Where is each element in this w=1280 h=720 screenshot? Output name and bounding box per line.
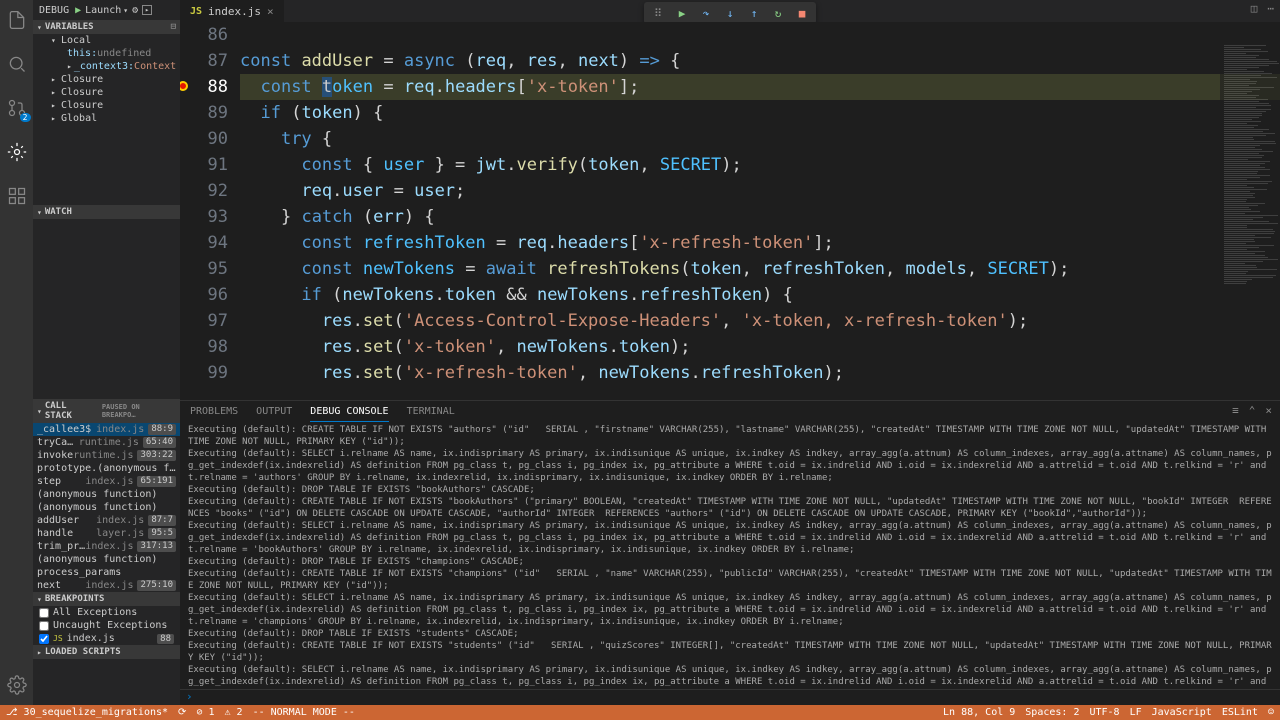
sync-icon[interactable]: ⟳	[178, 707, 186, 718]
encoding[interactable]: UTF-8	[1089, 707, 1119, 718]
panel: PROBLEMSOUTPUTDEBUG CONSOLETERMINAL ≡ ⌃ …	[180, 400, 1280, 705]
more-icon[interactable]: ⋯	[1267, 2, 1274, 15]
launch-config[interactable]: Launch	[85, 5, 121, 16]
panel-close-icon[interactable]: ×	[1265, 404, 1272, 417]
panel-expand-icon[interactable]: ⌃	[1249, 404, 1256, 417]
cursor-pos[interactable]: Ln 88, Col 9	[943, 707, 1015, 718]
step-over-icon[interactable]: ↷	[698, 5, 714, 21]
extensions-icon[interactable]	[5, 184, 29, 208]
drag-handle-icon[interactable]: ⠿	[650, 5, 666, 21]
status-warnings[interactable]: ⚠ 2	[225, 707, 243, 718]
continue-icon[interactable]: ▶	[674, 5, 690, 21]
tab-index-js[interactable]: JS index.js ×	[180, 0, 284, 22]
activity-bar: 2	[0, 0, 33, 705]
panel-tab-debug-console[interactable]: DEBUG CONSOLE	[310, 402, 388, 422]
stack-frame[interactable]: trim_prefixindex.js317:13	[33, 540, 180, 553]
stop-icon[interactable]: ■	[794, 5, 810, 21]
stack-frame[interactable]: _callee3$index.js88:9	[33, 423, 180, 436]
chevron-down-icon[interactable]: ▾	[123, 6, 128, 15]
debug-title: DEBUG	[39, 5, 69, 16]
status-errors[interactable]: ⊘ 1	[196, 707, 214, 718]
debug-sidebar: DEBUG ▶ Launch ▾ ⚙ ▸ ▾VARIABLES⊟ ▾Local …	[33, 0, 180, 705]
step-out-icon[interactable]: ↑	[746, 5, 762, 21]
minimap[interactable]	[1220, 44, 1280, 400]
gear-config-icon[interactable]: ⚙	[132, 5, 138, 16]
sidebar-header: DEBUG ▶ Launch ▾ ⚙ ▸	[33, 0, 180, 20]
start-debug-icon[interactable]: ▶	[75, 5, 81, 16]
editor-actions: ◫ ⋯	[1251, 2, 1274, 15]
restart-icon[interactable]: ↻	[770, 5, 786, 21]
panel-tabs: PROBLEMS OUTPUT DEBUG CONSOLE TERMINAL	[180, 400, 1280, 422]
files-icon[interactable]	[5, 8, 29, 32]
stack-frame[interactable]: process_params	[33, 566, 180, 579]
scope-closure-3[interactable]: ▸Closure	[33, 99, 180, 112]
tab-filename: index.js	[208, 5, 261, 18]
indent[interactable]: Spaces: 2	[1025, 707, 1079, 718]
bp-all-exceptions[interactable]: All Exceptions	[33, 606, 180, 619]
gear-icon[interactable]	[5, 673, 29, 697]
variables-section[interactable]: ▾VARIABLES⊟	[33, 20, 180, 34]
callstack-section[interactable]: ▾CALL STACKPAUSED ON BREAKPO…	[33, 399, 180, 423]
eslint[interactable]: ESLint	[1222, 707, 1258, 718]
stack-frame[interactable]: (anonymous function)	[33, 553, 180, 566]
vim-mode: -- NORMAL MODE --	[253, 707, 355, 718]
stack-frame[interactable]: tryCatchruntime.js65:40	[33, 436, 180, 449]
var-context[interactable]: ▸_context3: Context {tryEntri…	[33, 60, 180, 73]
panel-tab-terminal[interactable]: TERMINAL	[407, 402, 455, 421]
scope-global[interactable]: ▸Global	[33, 112, 180, 125]
panel-filter-icon[interactable]: ≡	[1232, 404, 1239, 417]
stack-frame[interactable]: stepindex.js65:191	[33, 475, 180, 488]
scope-closure-2[interactable]: ▸Closure	[33, 86, 180, 99]
stack-frame[interactable]: (anonymous function)	[33, 488, 180, 501]
status-bar: ⎇ 30_sequelize_migrations* ⟳ ⊘ 1 ⚠ 2 -- …	[0, 705, 1280, 720]
search-icon[interactable]	[5, 52, 29, 76]
stack-frame[interactable]: nextindex.js275:10	[33, 579, 180, 592]
var-this[interactable]: this: undefined	[33, 47, 180, 60]
bp-file[interactable]: JSindex.js88	[33, 632, 180, 645]
watch-section[interactable]: ▾WATCH	[33, 205, 180, 219]
stack-frame[interactable]: addUserindex.js87:7	[33, 514, 180, 527]
bp-checkbox[interactable]	[39, 608, 49, 618]
debug-console-output[interactable]: Executing (default): CREATE TABLE IF NOT…	[180, 422, 1280, 689]
scope-closure-1[interactable]: ▸Closure	[33, 73, 180, 86]
close-icon[interactable]: ×	[267, 5, 274, 18]
scope-local[interactable]: ▾Local	[33, 34, 180, 47]
stack-frame[interactable]: invokeruntime.js303:22	[33, 449, 180, 462]
debug-icon[interactable]	[5, 140, 29, 164]
source-control-icon[interactable]: 2	[5, 96, 29, 120]
step-into-icon[interactable]: ↓	[722, 5, 738, 21]
loaded-scripts-section[interactable]: ▸LOADED SCRIPTS	[33, 645, 180, 659]
js-icon: JS	[190, 6, 202, 17]
stack-frame[interactable]: handlelayer.js95:5	[33, 527, 180, 540]
collapse-icon[interactable]: ⊟	[171, 22, 176, 32]
stack-frame[interactable]: (anonymous function)	[33, 501, 180, 514]
console-icon[interactable]: ▸	[142, 5, 152, 15]
git-branch[interactable]: ⎇ 30_sequelize_migrations*	[6, 707, 168, 718]
feedback-icon[interactable]: ☺	[1268, 707, 1274, 718]
code-editor[interactable]: 8687888990919293949596979899 const addUs…	[180, 22, 1280, 400]
stack-frame[interactable]: prototype.(anonymous functi…	[33, 462, 180, 475]
bp-uncaught[interactable]: Uncaught Exceptions	[33, 619, 180, 632]
breakpoints-section[interactable]: ▾BREAKPOINTS	[33, 592, 180, 606]
debug-toolbar: ⠿ ▶ ↷ ↓ ↑ ↻ ■	[644, 2, 816, 24]
eol[interactable]: LF	[1130, 707, 1142, 718]
bp-checkbox[interactable]	[39, 634, 49, 644]
editor-group: JS index.js × ⠿ ▶ ↷ ↓ ↑ ↻ ■ ◫ ⋯ 86878889…	[180, 0, 1280, 400]
bp-checkbox[interactable]	[39, 621, 49, 631]
panel-tab-output[interactable]: OUTPUT	[256, 402, 292, 421]
split-editor-icon[interactable]: ◫	[1251, 2, 1258, 15]
debug-console-input[interactable]: ›	[180, 689, 1280, 705]
panel-tab-problems[interactable]: PROBLEMS	[190, 402, 238, 421]
language[interactable]: JavaScript	[1152, 707, 1212, 718]
